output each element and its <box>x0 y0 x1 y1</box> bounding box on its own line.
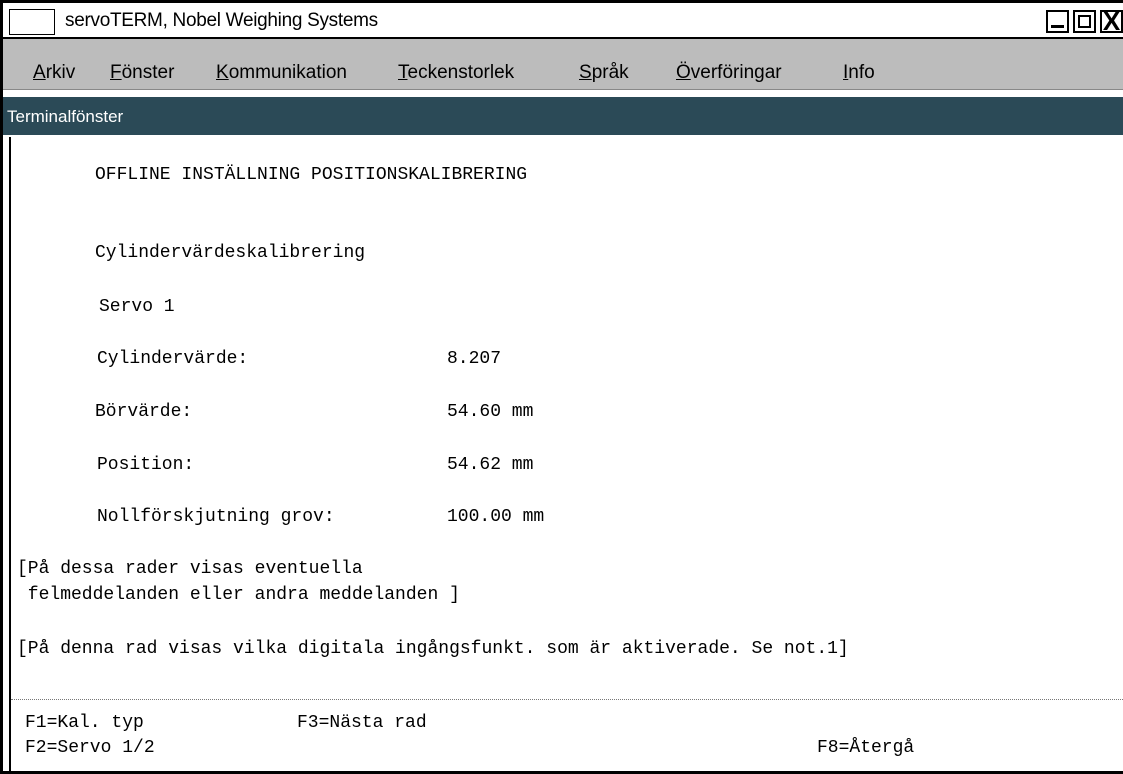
servo-label: Servo 1 <box>99 297 175 317</box>
menu-sprak-label: pråk <box>591 62 629 83</box>
menu-info[interactable]: Info <box>843 62 875 84</box>
message-line-1: [På dessa rader visas eventuella <box>17 559 363 579</box>
zero-offset-label: Nollförskjutning grov: <box>97 507 335 527</box>
f3-key-label: F3=Nästa rad <box>297 713 427 733</box>
position-value: 54.62 mm <box>447 455 534 475</box>
window-title: servoTERM, Nobel Weighing Systems <box>65 10 378 31</box>
menu-teckenstorlek[interactable]: Teckenstorlek <box>398 62 514 84</box>
menu-bar: Arkiv Fönster Kommunikation Teckenstorle… <box>3 39 1123 90</box>
menu-teckenstorlek-mnemonic: T <box>398 62 408 83</box>
screen-heading: OFFLINE INSTÄLLNING POSITIONSKALIBRERING <box>95 165 528 185</box>
menu-sprak-mnemonic: S <box>579 62 592 83</box>
message-line-2: felmeddelanden eller andra meddelanden ] <box>17 585 460 605</box>
title-bar: servoTERM, Nobel Weighing Systems X <box>3 3 1123 39</box>
terminal-panel-title: Terminalfönster <box>3 97 1123 135</box>
maximize-icon[interactable] <box>1073 10 1096 33</box>
menu-overforingar[interactable]: Överföringar <box>676 62 782 84</box>
menu-arkiv[interactable]: Arkiv <box>33 62 75 84</box>
menu-sprak[interactable]: Språk <box>579 62 629 84</box>
cylinder-value: 8.207 <box>447 349 502 369</box>
menu-overforingar-mnemonic: Ö <box>676 62 691 83</box>
menu-fonster-mnemonic: F <box>110 62 122 83</box>
digital-inputs-line: [På denna rad visas vilka digitala ingån… <box>17 639 849 659</box>
menu-fonster[interactable]: Fönster <box>110 62 174 84</box>
menu-fonster-label: önster <box>121 62 175 83</box>
zero-offset-value: 100.00 mm <box>447 507 545 527</box>
system-menu-box[interactable] <box>9 9 55 35</box>
terminal-area[interactable]: OFFLINE INSTÄLLNING POSITIONSKALIBRERING… <box>9 137 1123 771</box>
menu-kommunikation-label: ommunikation <box>228 62 347 83</box>
setpoint-label: Börvärde: <box>95 402 193 422</box>
minimize-icon[interactable] <box>1046 10 1069 33</box>
window-controls: X <box>1046 10 1123 33</box>
menu-arkiv-label: rkiv <box>45 62 76 83</box>
close-icon[interactable]: X <box>1100 10 1123 33</box>
menu-kommunikation-mnemonic: K <box>216 62 229 83</box>
menu-kommunikation[interactable]: Kommunikation <box>216 62 347 84</box>
menu-overforingar-label: verföringar <box>690 62 782 83</box>
app-window: servoTERM, Nobel Weighing Systems X Arki… <box>0 0 1123 774</box>
f2-key-label: F2=Servo 1/2 <box>25 738 155 758</box>
menu-arkiv-mnemonic: A <box>33 62 46 83</box>
menu-info-label: nfo <box>848 62 875 83</box>
section-title: Cylindervärdeskalibrering <box>95 243 366 263</box>
function-key-separator <box>11 699 1123 700</box>
setpoint-value: 54.60 mm <box>447 402 534 422</box>
f1-key-label: F1=Kal. typ <box>25 713 144 733</box>
menu-teckenstorlek-label: eckenstorlek <box>407 62 515 83</box>
cylinder-value-label: Cylindervärde: <box>97 349 249 369</box>
f8-key-label: F8=Återgå <box>817 738 915 758</box>
position-label: Position: <box>97 455 195 475</box>
